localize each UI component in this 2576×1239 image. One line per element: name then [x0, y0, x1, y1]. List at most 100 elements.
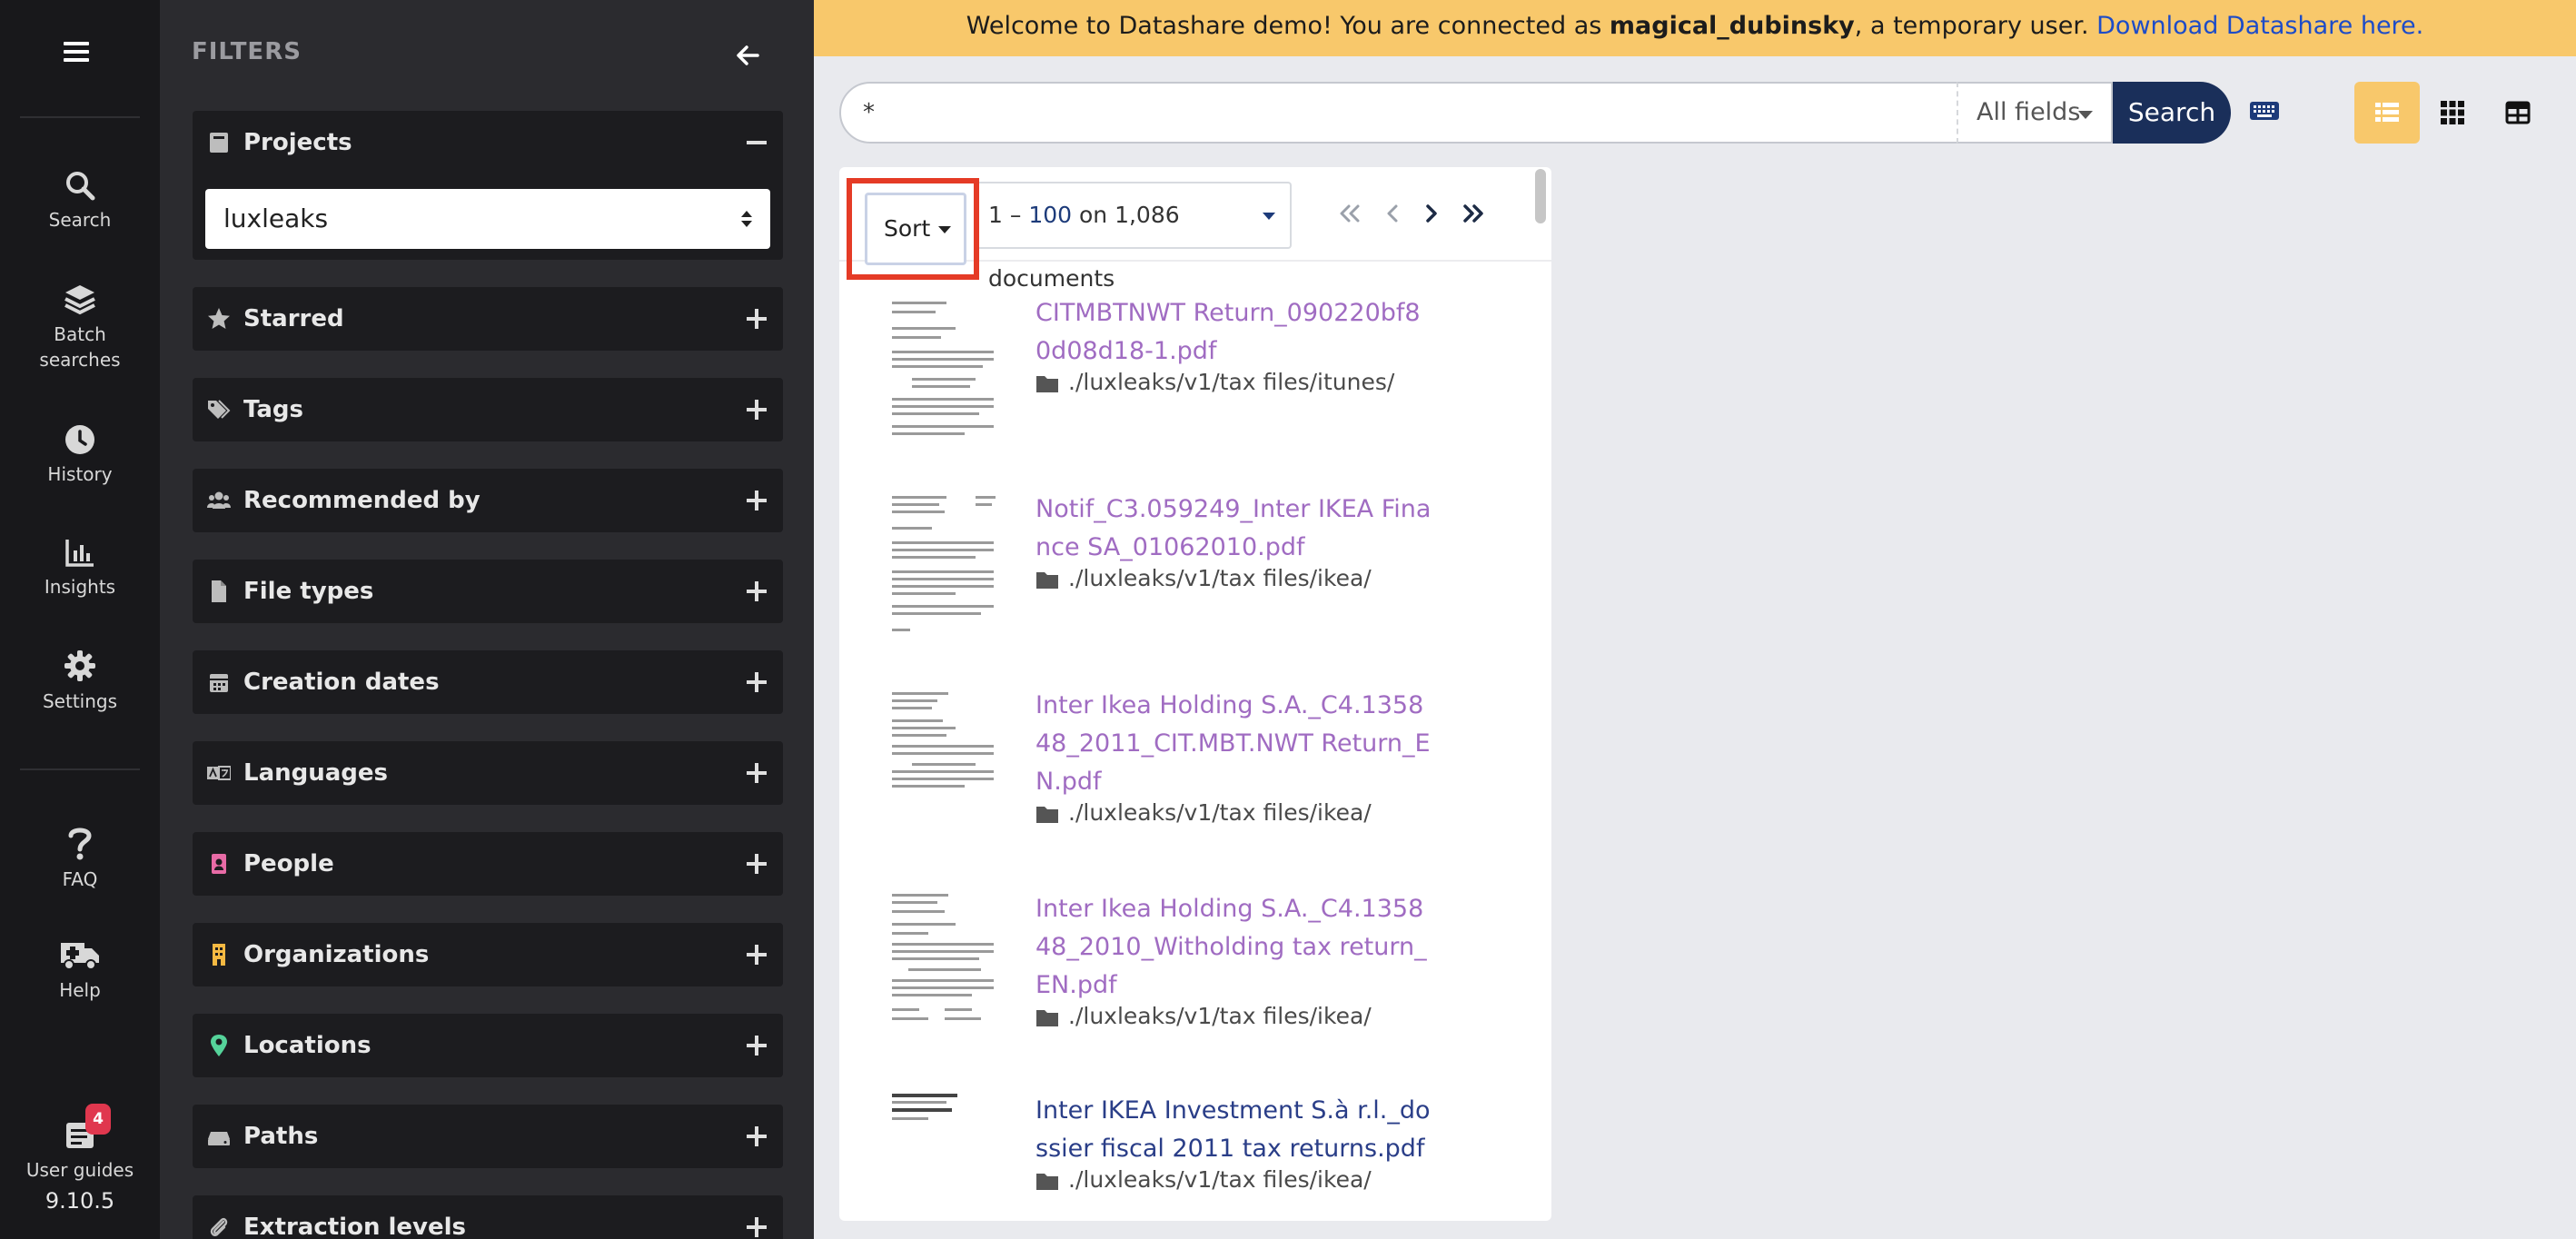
results-scrollbar[interactable]	[1535, 169, 1546, 223]
filter-creation-dates[interactable]: Creation dates	[193, 650, 783, 714]
plus-icon[interactable]	[745, 852, 768, 876]
filters-panel: FILTERS Projects luxleaks Starred Tags R…	[160, 0, 814, 1239]
document-row[interactable]: Inter Ikea Holding S.A._C4.135848_2011_C…	[839, 687, 1551, 887]
tags-icon	[208, 400, 231, 419]
sort-label: Sort	[884, 215, 931, 242]
filter-tags[interactable]: Tags	[193, 378, 783, 441]
first-page-icon[interactable]	[1335, 200, 1364, 227]
document-row[interactable]: CITMBTNWT Return_090220bf80d08d18-1.pdf …	[839, 294, 1551, 494]
person-badge-icon	[212, 854, 226, 874]
filter-paths[interactable]: Paths	[193, 1105, 783, 1168]
results-range-dropdown[interactable]: 1 – 100 on 1,086 documents	[979, 182, 1292, 292]
document-thumbnail[interactable]	[885, 890, 1003, 1036]
table-view-button[interactable]	[2485, 82, 2551, 144]
nav-item-settings[interactable]: Settings	[0, 649, 160, 714]
next-page-icon[interactable]	[1417, 200, 1446, 227]
filter-label: Languages	[243, 759, 389, 787]
search-icon	[66, 172, 95, 201]
document-path-text: ./luxleaks/v1/tax files/ikea/	[1068, 799, 1372, 826]
gear-icon	[64, 650, 95, 681]
plus-icon[interactable]	[745, 1034, 768, 1057]
filter-locations[interactable]: Locations	[193, 1014, 783, 1077]
nav-item-search[interactable]: Search	[0, 169, 160, 233]
filter-recommended-by[interactable]: Recommended by	[193, 469, 783, 532]
plus-icon[interactable]	[745, 398, 768, 421]
filter-label: Projects	[243, 129, 352, 156]
plus-icon[interactable]	[745, 670, 768, 694]
filter-label: Locations	[243, 1032, 372, 1059]
filter-header: Languages	[193, 741, 783, 805]
filter-header: File types	[193, 560, 783, 623]
document-title[interactable]: CITMBTNWT Return_090220bf80d08d18-1.pdf	[1035, 294, 1435, 371]
search-button[interactable]: Search	[2113, 82, 2231, 144]
plus-icon[interactable]	[745, 1125, 768, 1148]
plus-icon[interactable]	[745, 1215, 768, 1239]
document-title[interactable]: Notif_C3.059249_Inter IKEA Finance SA_01…	[1035, 491, 1435, 567]
document-title[interactable]: Inter IKEA Investment S.à r.l._dossier f…	[1035, 1092, 1435, 1168]
document-path-text: ./luxleaks/v1/tax files/itunes/	[1068, 369, 1395, 395]
filter-organizations[interactable]: Organizations	[193, 923, 783, 986]
plus-icon[interactable]	[745, 307, 768, 331]
nav-item-insights[interactable]: Insights	[0, 536, 160, 600]
plus-icon[interactable]	[745, 489, 768, 512]
banner-text: Welcome to Datashare demo! You are conne…	[966, 12, 1610, 40]
keyboard-icon[interactable]	[2249, 98, 2280, 124]
grid-view-button[interactable]	[2420, 82, 2485, 144]
document-title[interactable]: Inter Ikea Holding S.A._C4.135848_2011_C…	[1035, 687, 1435, 801]
building-icon	[213, 944, 225, 966]
menu-icon[interactable]	[64, 42, 89, 62]
filter-header: Locations	[193, 1014, 783, 1077]
filter-label: Organizations	[243, 941, 430, 968]
grid-icon	[2441, 101, 2464, 124]
results-list: 1 – 100 on 1,086 documents Sort CITMBTNW…	[839, 167, 1551, 1221]
document-path-text: ./luxleaks/v1/tax files/ikea/	[1068, 1166, 1372, 1193]
search-bar	[839, 82, 1958, 144]
folder-icon	[1036, 376, 1058, 392]
filter-file-types[interactable]: File types	[193, 560, 783, 623]
filter-starred[interactable]: Starred	[193, 287, 783, 351]
filter-label: Recommended by	[243, 487, 481, 514]
banner-username: magical_dubinsky	[1609, 12, 1855, 40]
minus-icon[interactable]	[745, 131, 768, 154]
previous-page-icon[interactable]	[1379, 200, 1408, 227]
search-input[interactable]	[863, 91, 1880, 134]
filter-languages[interactable]: Languages	[193, 741, 783, 805]
nav-item-faq[interactable]: FAQ	[0, 825, 160, 892]
document-thumbnail[interactable]	[885, 294, 1003, 440]
filter-extraction-levels[interactable]: Extraction levels	[193, 1195, 783, 1239]
list-view-button[interactable]	[2354, 82, 2420, 144]
nav-item-help[interactable]: Help	[0, 939, 160, 1003]
document-row[interactable]: Notif_C3.059249_Inter IKEA Finance SA_01…	[839, 491, 1551, 690]
document-row[interactable]: Inter Ikea Holding S.A._C4.135848_2010_W…	[839, 890, 1551, 1090]
document-row[interactable]: Inter IKEA Investment S.à r.l._dossier f…	[839, 1092, 1551, 1221]
filter-label: Starred	[243, 305, 344, 332]
arrow-left-icon[interactable]	[734, 42, 761, 69]
filter-people[interactable]: People	[193, 832, 783, 896]
nav-item-history[interactable]: History	[0, 423, 160, 487]
sort-dropdown[interactable]: Sort	[865, 193, 966, 265]
filter-projects-header[interactable]: Projects	[193, 111, 783, 174]
plus-icon[interactable]	[745, 580, 768, 603]
filter-header: Paths	[193, 1105, 783, 1168]
document-path: ./luxleaks/v1/tax files/ikea/	[1035, 563, 1372, 594]
fields-dropdown[interactable]: All fields	[1957, 82, 2113, 144]
banner-text: , a temporary user.	[1854, 12, 2097, 40]
nav-divider	[20, 768, 140, 770]
document-thumbnail[interactable]	[885, 1092, 1003, 1128]
nav-item-user-guides[interactable]: User guides	[0, 1119, 160, 1183]
nav-item-batch-searches[interactable]: Batch searches	[0, 282, 160, 372]
filter-header: Organizations	[193, 923, 783, 986]
document-thumbnail[interactable]	[885, 687, 1003, 796]
last-page-icon[interactable]	[1459, 200, 1488, 227]
plus-icon[interactable]	[745, 761, 768, 785]
user-guides-badge: 4	[85, 1104, 111, 1135]
document-thumbnail[interactable]	[885, 491, 1003, 636]
book-icon	[210, 133, 228, 153]
plus-icon[interactable]	[745, 943, 768, 966]
filter-header: Creation dates	[193, 650, 783, 714]
project-select[interactable]: luxleaks	[205, 189, 770, 249]
nav-item-label: Insights	[44, 576, 116, 598]
download-link[interactable]: Download Datashare here.	[2096, 12, 2423, 40]
document-title[interactable]: Inter Ikea Holding S.A._C4.135848_2010_W…	[1035, 890, 1435, 1005]
users-icon	[207, 491, 231, 509]
